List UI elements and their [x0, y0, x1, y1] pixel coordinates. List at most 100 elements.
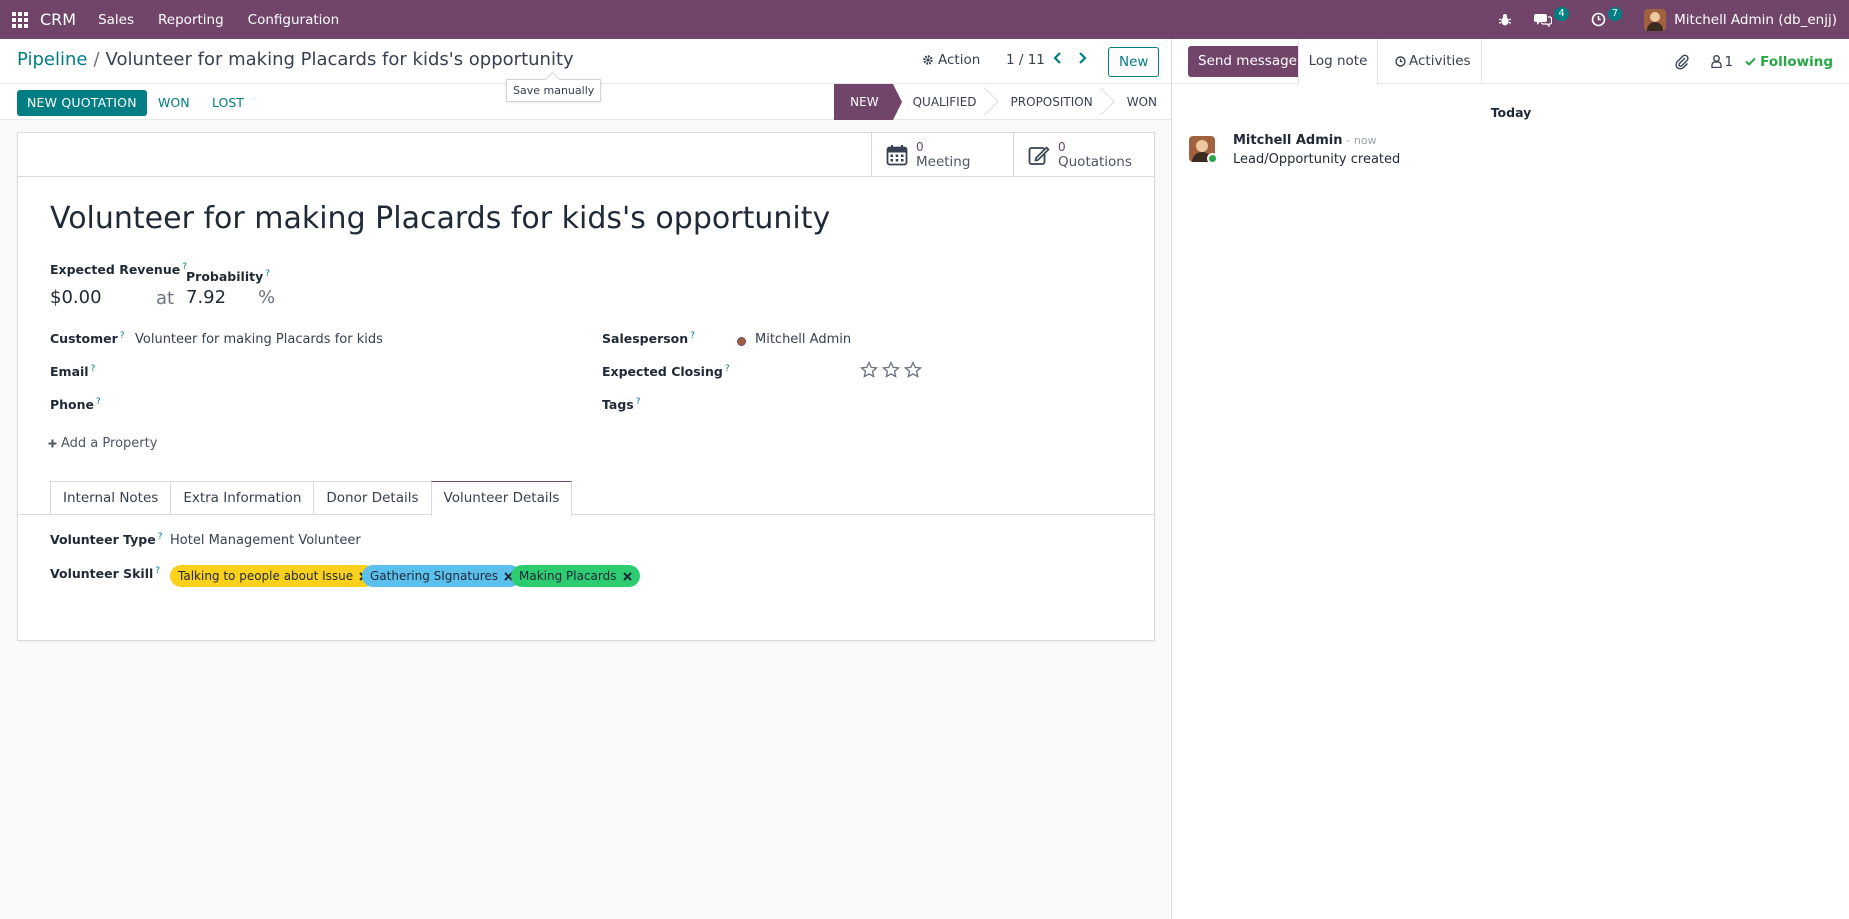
add-property-label: Add a Property	[61, 436, 158, 451]
meeting-count: 0	[916, 140, 924, 154]
form-sheet: 0 Meeting 0 Quotations Volunteer for mak…	[17, 132, 1155, 641]
followers-count: 1	[1724, 53, 1734, 70]
chatter-actions: 1 Following	[1674, 39, 1833, 84]
clock-icon	[1395, 56, 1406, 67]
stage-won[interactable]: WON	[1107, 84, 1171, 120]
customer-label: Customer?	[50, 331, 125, 347]
message-author[interactable]: Mitchell Admin	[1233, 133, 1342, 148]
stage-new[interactable]: NEW	[834, 84, 903, 120]
tab-internal-notes[interactable]: Internal Notes	[50, 481, 172, 515]
log-note-button[interactable]: Log note	[1298, 39, 1378, 85]
volunteer-skill-label: Volunteer Skill?	[50, 566, 161, 582]
plus-icon	[48, 439, 57, 448]
tab-extra-information[interactable]: Extra Information	[170, 481, 315, 515]
meeting-smart-button[interactable]: 0 Meeting	[871, 133, 1013, 177]
expected-revenue-label: Expected Revenue?	[50, 262, 187, 278]
tags-label: Tags?	[602, 397, 641, 413]
tab-volunteer-details[interactable]: Volunteer Details	[430, 481, 573, 516]
skill-tag-label: Talking to people about Issue	[178, 569, 354, 583]
skill-tag: Gathering SIgnatures	[362, 565, 521, 587]
star-icon[interactable]	[860, 361, 878, 379]
salesperson-label: Salesperson?	[602, 331, 695, 347]
user-avatar[interactable]	[1644, 8, 1667, 31]
user-menu[interactable]: Mitchell Admin (db_enjj)	[1674, 12, 1837, 28]
control-panel: Pipeline / Volunteer for making Placards f…	[0, 39, 1171, 120]
smart-button-box: 0 Meeting 0 Quotations	[18, 133, 1154, 177]
messages-icon[interactable]: 4	[1534, 6, 1569, 27]
breadcrumb-separator: /	[93, 49, 100, 70]
pager-next-icon[interactable]	[1074, 49, 1090, 67]
priority-stars	[860, 361, 922, 379]
new-quotation-button[interactable]: NEW QUOTATION	[17, 90, 147, 116]
expected-closing-label: Expected Closing?	[602, 364, 730, 380]
tab-donor-details[interactable]: Donor Details	[313, 481, 432, 515]
message-body: Lead/Opportunity created	[1233, 152, 1401, 167]
volunteer-type-field[interactable]: Hotel Management Volunteer	[170, 533, 361, 548]
remove-tag-icon[interactable]	[622, 571, 632, 581]
probability-label: Probability?	[186, 269, 271, 285]
send-message-button[interactable]: Send message	[1188, 46, 1307, 77]
breadcrumb-current: Volunteer for making Placards for kids's…	[105, 49, 574, 70]
online-status-icon	[1207, 153, 1218, 164]
pager-arrows	[1050, 49, 1090, 67]
chatter-topbar: Send message Log note Activities 1 Follo…	[1172, 39, 1849, 85]
activities-badge: 7	[1607, 6, 1623, 21]
pager-previous-icon[interactable]	[1050, 49, 1066, 67]
stage-pipeline: NEW QUALIFIED PROPOSITION WON	[834, 84, 1171, 120]
quotations-smart-button[interactable]: 0 Quotations	[1013, 133, 1155, 177]
customer-field[interactable]: Volunteer for making Placards for kids	[135, 332, 383, 347]
meeting-label: Meeting	[916, 154, 971, 170]
salesperson-field[interactable]: Mitchell Admin	[755, 332, 851, 347]
skill-tag-label: Gathering SIgnatures	[370, 569, 498, 583]
action-label: Action	[938, 52, 981, 68]
star-icon[interactable]	[882, 361, 900, 379]
phone-label: Phone?	[50, 397, 101, 413]
at-label: at	[156, 288, 175, 309]
messages-badge: 4	[1554, 6, 1569, 21]
following-label: Following	[1760, 53, 1833, 70]
activities-clock-icon[interactable]: 7	[1591, 6, 1623, 27]
chatter-panel: Send message Log note Activities 1 Follo…	[1171, 39, 1849, 919]
activities-label: Activities	[1409, 53, 1471, 69]
stage-proposition[interactable]: PROPOSITION	[991, 84, 1107, 120]
pager-value[interactable]: 1 / 11	[1006, 52, 1045, 68]
save-manually-tooltip: Save manually	[506, 79, 602, 102]
email-label: Email?	[50, 364, 96, 380]
activities-button[interactable]: Activities	[1385, 39, 1482, 84]
action-button[interactable]: Action	[922, 52, 980, 68]
check-icon	[1745, 57, 1756, 66]
skill-tag: Talking to people about Issue	[170, 565, 377, 587]
top-navbar: CRM Sales Reporting Configuration 4 7 Mi…	[0, 0, 1849, 39]
lost-button[interactable]: LOST	[212, 90, 244, 116]
debug-bug-icon[interactable]	[1498, 13, 1512, 27]
new-button[interactable]: New	[1108, 47, 1160, 77]
notebook-tabs: Internal Notes Extra Information Donor D…	[50, 481, 573, 516]
probability-value[interactable]: 7.92	[186, 287, 226, 308]
add-property-button[interactable]: Add a Property	[48, 436, 157, 451]
breadcrumb-pipeline[interactable]: Pipeline	[17, 49, 87, 70]
breadcrumb: Pipeline / Volunteer for making Placards f…	[17, 49, 574, 70]
quotations-count: 0	[1058, 140, 1066, 154]
edit-document-icon	[1028, 146, 1050, 165]
control-panel-top: Pipeline / Volunteer for making Placards f…	[0, 39, 1171, 102]
date-separator: Today	[1490, 105, 1532, 120]
app-brand[interactable]: CRM	[40, 10, 76, 29]
user-icon	[1710, 55, 1722, 68]
opportunity-title[interactable]: Volunteer for making Placards for kids's…	[50, 201, 830, 236]
menu-sales[interactable]: Sales	[98, 12, 134, 28]
message-time: - now	[1346, 134, 1377, 147]
followers-button[interactable]: 1	[1710, 53, 1734, 70]
star-icon[interactable]	[904, 361, 922, 379]
menu-reporting[interactable]: Reporting	[158, 12, 224, 28]
stage-qualified[interactable]: QUALIFIED	[893, 84, 991, 120]
percent-label: %	[258, 287, 276, 308]
paperclip-icon[interactable]	[1674, 54, 1689, 70]
following-button[interactable]: Following	[1745, 54, 1833, 70]
apps-menu-icon[interactable]	[0, 0, 40, 39]
won-button[interactable]: WON	[158, 90, 190, 116]
tab-divider	[18, 514, 1154, 515]
volunteer-type-label: Volunteer Type?	[50, 532, 163, 548]
calendar-icon	[886, 145, 908, 166]
expected-revenue-value[interactable]: $0.00	[50, 287, 102, 308]
menu-configuration[interactable]: Configuration	[248, 12, 340, 28]
